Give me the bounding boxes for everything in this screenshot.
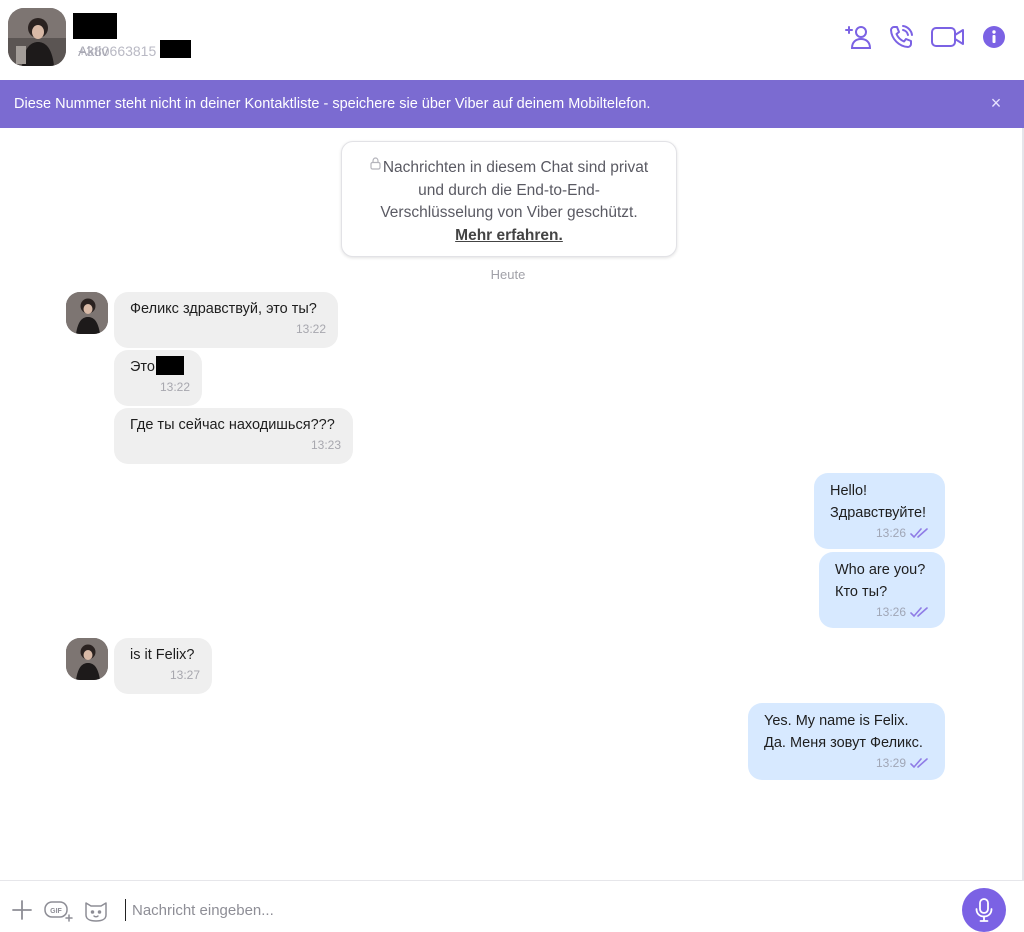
plus-icon[interactable] [12,900,32,920]
message-time: 13:27 [169,668,200,682]
message-bubble-outgoing[interactable]: Hello! Здравствуйте! 13:26 [814,473,945,549]
sender-avatar[interactable] [66,638,108,680]
message-time: 13:23 [310,438,341,452]
microphone-button[interactable] [962,888,1006,932]
message-text: is it Felix? [130,647,195,663]
microphone-icon [974,897,994,923]
message-text: Феликс здравствуй, это ты? [130,301,317,317]
redacted-name [155,356,184,375]
read-ticks-icon [910,757,929,773]
gif-icon[interactable]: GIF [44,900,74,922]
contact-subtitle: +380663815 Aktiv [78,43,156,59]
message-time: 13:29 [875,756,906,770]
svg-text:GIF: GIF [50,908,62,915]
sticker-icon[interactable] [83,899,109,923]
message-time: 13:22 [159,380,190,394]
header-actions [844,20,1006,54]
encryption-text: Nachrichten in diesem Chat sind privat u… [380,159,649,221]
not-in-contacts-banner: Diese Nummer steht nicht in deiner Konta… [0,80,1024,128]
message-bubble-incoming[interactable]: is it Felix? 13:27 [114,638,212,694]
message-text: Hello! Здравствуйте! [830,483,927,521]
read-ticks-icon [910,606,929,622]
message-bubble-outgoing[interactable]: Yes. My name is Felix. Да. Меня зовут Фе… [748,703,945,780]
learn-more-link[interactable]: Mehr erfahren. [342,225,676,248]
message-bubble-incoming[interactable]: Это 13:22 [114,350,202,406]
date-separator: Heute [490,267,526,282]
message-bubble-incoming[interactable]: Феликс здравствуй, это ты? 13:22 [114,292,338,348]
lock-icon [370,155,381,178]
message-text: Это [130,356,190,378]
message-time: 13:26 [875,605,906,619]
message-text: Где ты сейчас находишься??? [130,417,335,433]
chat-header: +380663815 Aktiv [0,0,1024,80]
contact-avatar[interactable] [8,8,66,66]
sender-avatar[interactable] [66,292,108,334]
message-composer: GIF [0,880,1024,932]
message-time: 13:22 [295,322,326,336]
read-ticks-icon [910,527,929,543]
info-icon[interactable] [982,25,1006,49]
video-call-icon[interactable] [930,25,966,49]
message-input[interactable] [125,899,905,921]
message-bubble-outgoing[interactable]: Who are you? Кто ты? 13:26 [819,552,945,628]
contact-status: Aktiv [78,43,109,59]
banner-close-icon[interactable]: × [986,93,1006,113]
phone-redacted [160,40,191,58]
message-time: 13:26 [875,526,906,540]
encryption-notice: Nachrichten in diesem Chat sind privat u… [341,141,677,257]
message-text: Yes. My name is Felix. Да. Меня зовут Фе… [764,713,923,751]
add-contact-icon[interactable] [844,24,872,50]
banner-text: Diese Nummer steht nicht in deiner Konta… [14,96,651,112]
message-bubble-incoming[interactable]: Где ты сейчас находишься??? 13:23 [114,408,353,464]
phone-call-icon[interactable] [888,24,914,50]
message-text: Who are you? Кто ты? [835,562,926,600]
contact-name-redacted [73,13,117,39]
